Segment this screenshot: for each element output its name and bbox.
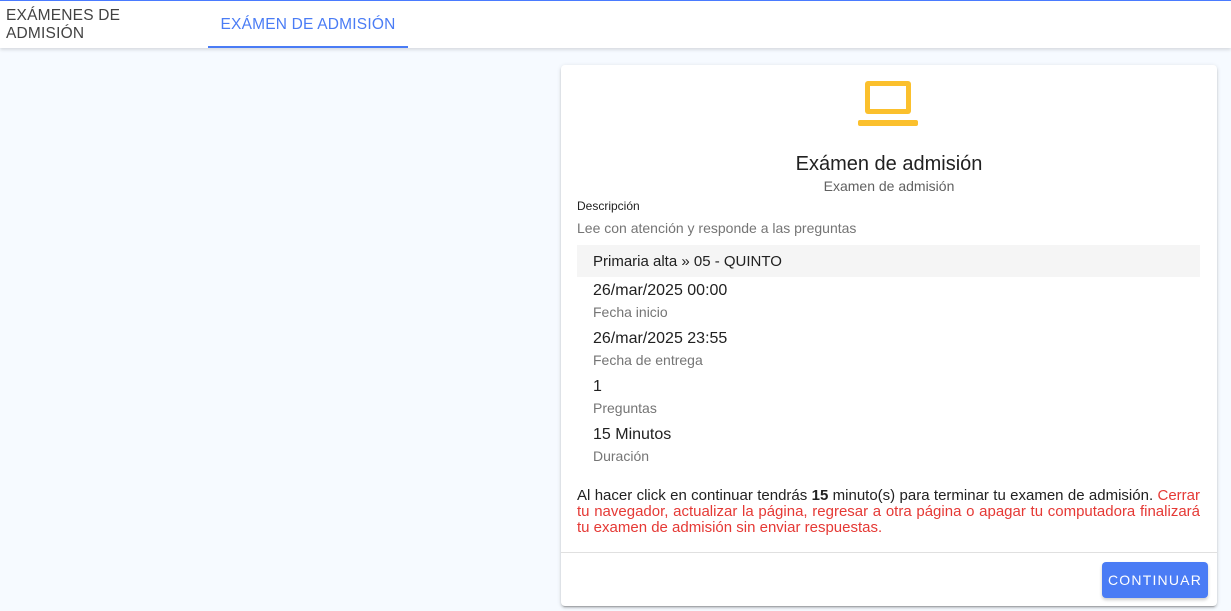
card-actions-divider bbox=[561, 552, 1217, 553]
due-date-value: 26/mar/2025 23:55 bbox=[593, 330, 728, 347]
top-tab-bar: EXÁMENES DE ADMISIÓN EXÁMEN DE ADMISIÓN bbox=[0, 0, 1231, 48]
exam-card: Exámen de admisión Examen de admisión De… bbox=[561, 65, 1217, 606]
exam-warning: Al hacer click en continuar tendrás 15 m… bbox=[577, 488, 1200, 536]
questions-count-value: 1 bbox=[593, 378, 602, 395]
questions-count-label: Preguntas bbox=[593, 400, 657, 416]
start-date-value: 26/mar/2025 00:00 bbox=[593, 282, 728, 299]
grade-level-text: Primaria alta » 05 - QUINTO bbox=[593, 252, 782, 270]
continue-button[interactable]: CONTINUAR bbox=[1102, 562, 1208, 598]
exam-subtitle: Examen de admisión bbox=[823, 178, 955, 194]
duration-value: 15 Minutos bbox=[593, 426, 672, 443]
duration-label: Duración bbox=[593, 448, 650, 464]
tab-examen-de-admision[interactable]: EXÁMEN DE ADMISIÓN bbox=[208, 1, 408, 48]
laptop-icon bbox=[857, 78, 919, 132]
warning-suffix: minuto(s) para terminar tu examen de adm… bbox=[828, 487, 1158, 504]
exam-title: Exámen de admisión bbox=[795, 153, 983, 175]
tab-examenes-de-admision[interactable]: EXÁMENES DE ADMISIÓN bbox=[0, 1, 200, 48]
warning-minutes: 15 bbox=[811, 487, 829, 504]
description-text: Lee con atención y responde a las pregun… bbox=[577, 220, 857, 236]
grade-level-header: Primaria alta » 05 - QUINTO bbox=[577, 245, 1200, 277]
due-date-label: Fecha de entrega bbox=[593, 352, 703, 368]
description-label: Descripción bbox=[577, 199, 640, 213]
start-date-label: Fecha inicio bbox=[593, 304, 668, 320]
active-tab-indicator bbox=[208, 46, 408, 48]
warning-prefix: Al hacer click en continuar tendrás bbox=[577, 487, 812, 504]
